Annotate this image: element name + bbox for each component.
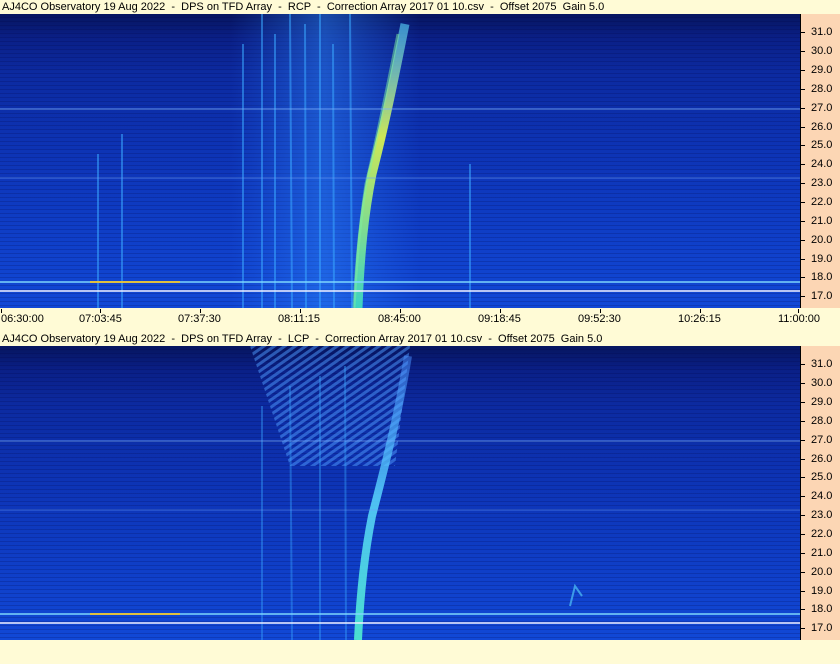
rcp-spectrogram[interactable]	[0, 14, 800, 308]
freq-tick: 23.0	[801, 509, 840, 521]
rcp-burst-overlay	[0, 14, 800, 308]
freq-tick: 26.0	[801, 121, 840, 133]
time-label: 09:52:30	[578, 313, 621, 325]
time-label: 10:26:15	[678, 313, 721, 325]
freq-tick: 24.0	[801, 490, 840, 502]
lcp-panel-title: AJ4CO Observatory 19 Aug 2022 - DPS on T…	[0, 332, 840, 346]
freq-tick: 18.0	[801, 271, 840, 283]
rcp-frequency-axis: 31.0 30.0 29.0 28.0 27.0 26.0 25.0 24.0 …	[800, 14, 840, 308]
rcp-panel-title: AJ4CO Observatory 19 Aug 2022 - DPS on T…	[0, 0, 840, 14]
time-label: 09:18:45	[478, 313, 521, 325]
time-label: 06:30:00	[1, 313, 44, 325]
freq-tick: 23.0	[801, 177, 840, 189]
freq-tick: 26.0	[801, 453, 840, 465]
time-label: 07:03:45	[79, 313, 122, 325]
lcp-burst-overlay	[0, 346, 800, 640]
freq-tick: 27.0	[801, 102, 840, 114]
freq-tick: 22.0	[801, 196, 840, 208]
time-label: 07:37:30	[178, 313, 221, 325]
freq-tick: 29.0	[801, 396, 840, 408]
time-axis: 06:30:00 07:03:45 07:37:30 08:11:15 08:4…	[0, 309, 840, 329]
freq-tick: 21.0	[801, 547, 840, 559]
freq-tick: 19.0	[801, 585, 840, 597]
freq-tick: 31.0	[801, 26, 840, 38]
lcp-frequency-axis: 31.0 30.0 29.0 28.0 27.0 26.0 25.0 24.0 …	[800, 346, 840, 640]
freq-tick: 30.0	[801, 45, 840, 57]
freq-tick: 21.0	[801, 215, 840, 227]
freq-tick: 17.0	[801, 290, 840, 302]
freq-tick: 19.0	[801, 253, 840, 265]
freq-tick: 28.0	[801, 83, 840, 95]
freq-tick: 27.0	[801, 434, 840, 446]
freq-tick: 17.0	[801, 622, 840, 634]
time-label: 11:00:00	[778, 313, 821, 325]
freq-tick: 31.0	[801, 358, 840, 370]
time-label: 08:45:00	[378, 313, 421, 325]
freq-tick: 28.0	[801, 415, 840, 427]
freq-tick: 25.0	[801, 471, 840, 483]
freq-tick: 30.0	[801, 377, 840, 389]
freq-tick: 29.0	[801, 64, 840, 76]
time-label: 08:11:15	[278, 313, 321, 325]
lcp-spectrogram[interactable]	[0, 346, 800, 640]
freq-tick: 18.0	[801, 603, 840, 615]
freq-tick: 25.0	[801, 139, 840, 151]
freq-tick: 20.0	[801, 566, 840, 578]
freq-tick: 20.0	[801, 234, 840, 246]
freq-tick: 22.0	[801, 528, 840, 540]
freq-tick: 24.0	[801, 158, 840, 170]
